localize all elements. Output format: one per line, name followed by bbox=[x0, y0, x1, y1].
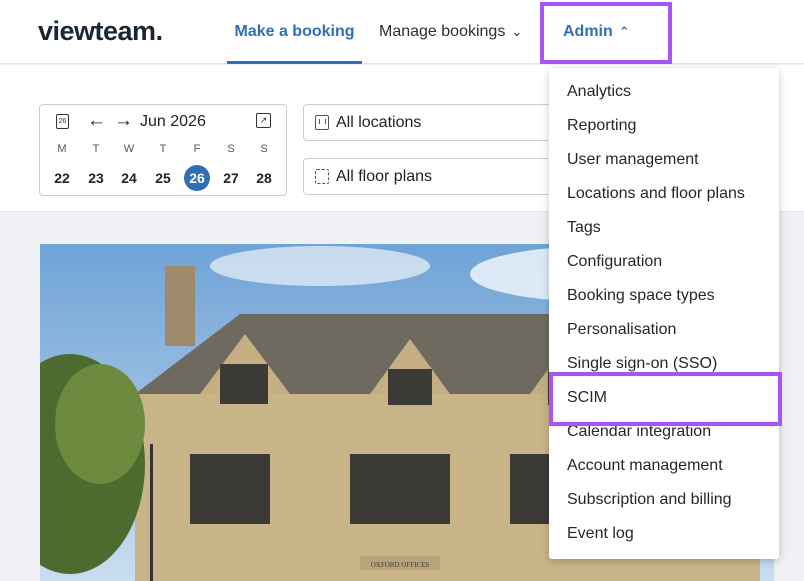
menu-item-configuration[interactable]: Configuration bbox=[567, 245, 662, 279]
admin-dropdown-menu: Analytics Reporting User management Loca… bbox=[549, 68, 779, 559]
menu-item-analytics[interactable]: Analytics bbox=[567, 75, 631, 109]
nav-manage-bookings[interactable]: Manage bookings ⌄ bbox=[379, 0, 522, 64]
expand-icon[interactable]: ↗ bbox=[256, 113, 271, 128]
location-select[interactable]: All locations bbox=[303, 104, 563, 141]
arrow-right-icon[interactable]: → bbox=[114, 110, 133, 132]
date-cell[interactable]: 22 bbox=[49, 165, 75, 191]
calendar-icon[interactable]: 26 bbox=[56, 114, 69, 129]
menu-item-event-log[interactable]: Event log bbox=[567, 517, 634, 551]
weekday-label: M bbox=[57, 143, 67, 155]
weekday-label: F bbox=[193, 143, 201, 155]
menu-item-tags[interactable]: Tags bbox=[567, 211, 601, 245]
menu-item-account-management[interactable]: Account management bbox=[567, 449, 723, 483]
weekday-row: M T W T F S S bbox=[40, 143, 288, 157]
date-cell[interactable]: 27 bbox=[218, 165, 244, 191]
date-cell[interactable]: 24 bbox=[116, 165, 142, 191]
date-cell[interactable]: 28 bbox=[251, 165, 277, 191]
date-cell-selected[interactable]: 26 bbox=[184, 165, 210, 191]
menu-item-user-management[interactable]: User management bbox=[567, 143, 699, 177]
scim-highlight-box bbox=[549, 372, 782, 426]
weekday-label: S bbox=[227, 143, 235, 155]
menu-item-booking-space-types[interactable]: Booking space types bbox=[567, 279, 715, 313]
admin-highlight-box bbox=[540, 2, 672, 64]
menu-item-locations-and-floor-plans[interactable]: Locations and floor plans bbox=[567, 177, 745, 211]
menu-item-subscription-and-billing[interactable]: Subscription and billing bbox=[567, 483, 732, 517]
top-nav-bar: viewteam. Make a booking Manage bookings… bbox=[0, 0, 804, 64]
building-sign: OXFORD OFFICES bbox=[371, 561, 430, 569]
current-month: Jun 2026 bbox=[140, 113, 206, 130]
floor-plan-select[interactable]: All floor plans bbox=[303, 158, 563, 195]
chevron-down-icon: ⌄ bbox=[511, 24, 523, 39]
nav-make-a-booking[interactable]: Make a booking bbox=[227, 0, 362, 64]
weekday-label: T bbox=[92, 143, 100, 155]
weekday-label: W bbox=[123, 143, 135, 155]
weekday-label: S bbox=[260, 143, 268, 155]
floor-plan-icon bbox=[315, 169, 329, 184]
nav-manage-bookings-label: Manage bookings bbox=[379, 23, 506, 40]
menu-item-reporting[interactable]: Reporting bbox=[567, 109, 636, 143]
viewteam-logo[interactable]: viewteam. bbox=[38, 16, 163, 47]
date-row: 22 23 24 25 26 27 28 bbox=[40, 165, 288, 191]
location-select-value: All locations bbox=[336, 114, 422, 131]
arrow-left-icon[interactable]: ← bbox=[87, 110, 106, 132]
date-cell[interactable]: 23 bbox=[83, 165, 109, 191]
week-date-picker: 26 ← → Jun 2026 ↗ M T W T F S S 22 23 24… bbox=[39, 104, 287, 196]
building-icon bbox=[315, 115, 329, 130]
menu-item-personalisation[interactable]: Personalisation bbox=[567, 313, 676, 347]
date-cell[interactable]: 25 bbox=[150, 165, 176, 191]
weekday-label: T bbox=[159, 143, 167, 155]
floor-plan-select-value: All floor plans bbox=[336, 168, 433, 185]
